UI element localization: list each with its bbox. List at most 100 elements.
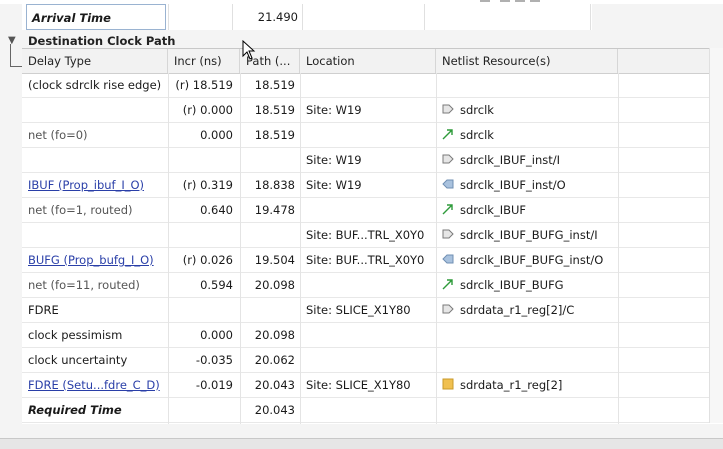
header-netlist[interactable]: Netlist Resource(s) [436,49,618,73]
netlist-resource: sdrdata_r1_reg[2] [460,378,563,392]
net-icon [442,124,454,148]
location-cell [300,323,436,347]
header-incr[interactable]: Incr (ns) [168,49,240,73]
delay-type-text: net (fo=0) [28,128,88,142]
arrival-time-label[interactable]: Arrival Time [26,4,166,30]
path-cell: 19.504 [254,253,295,267]
column-divider [240,73,241,424]
port-icon [442,224,454,248]
incr-cell [168,298,240,322]
column-divider [300,73,301,424]
netlist-cell: sdrclk_IBUF_BUFG [436,273,618,297]
cell-icon [442,374,454,398]
right-panel-edge [709,48,723,423]
delay-type-link[interactable]: BUFG (Prop_bufg_I_O) [28,253,154,267]
netlist-resource: sdrclk [460,128,494,142]
netlist-cell: sdrclk_IBUF_inst/I [436,148,618,172]
path-cell: 20.043 [254,378,295,392]
delay-type-cell[interactable]: BUFG (Prop_bufg_I_O) [22,248,168,272]
delay-type-cell: net (fo=0) [22,123,168,147]
delay-type-cell [22,148,168,172]
delay-type-link[interactable]: FDRE (Setu...fdre_C_D) [28,378,160,392]
port-icon [442,149,454,173]
header-delay-type[interactable]: Delay Type [22,49,168,73]
location-cell [300,123,436,147]
delay-type-text: net (fo=11, routed) [28,278,140,292]
delay-type-cell: clock pessimism [22,323,168,347]
incr-cell: 0.594 [200,278,233,292]
column-divider [424,4,425,30]
incr-cell: 0.000 [200,328,233,342]
arrival-row[interactable]: Arrival Time 21.490 [22,4,592,30]
path-cell: 18.519 [254,78,295,92]
delay-type-cell: net (fo=1, routed) [22,198,168,222]
location-cell [300,198,436,222]
delay-type-cell[interactable]: IBUF (Prop_ibuf_I_O) [22,173,168,197]
netlist-cell: sdrclk [436,123,618,147]
delay-type-cell: net (fo=11, routed) [22,273,168,297]
path-cell: 20.043 [254,403,295,417]
incr-cell [168,223,240,247]
location-cell [300,398,436,422]
delay-type-cell [22,223,168,247]
location-cell [300,348,436,372]
delay-type-cell: Required Time [22,398,168,422]
delay-type-text: clock uncertainty [28,353,128,367]
delay-type-text: Required Time [28,403,122,417]
column-divider [590,4,591,30]
incr-cell: (r) 0.026 [182,253,233,267]
location-cell [300,73,436,97]
delay-type-link[interactable]: IBUF (Prop_ibuf_I_O) [28,178,144,192]
netlist-cell: sdrdata_r1_reg[2]/C [436,298,618,322]
path-cell: 20.098 [254,278,295,292]
strip-mark [530,0,540,2]
location-cell: Site: BUF...TRL_X0Y0 [306,253,425,267]
delay-type-cell [22,98,168,122]
path-cell: 18.519 [254,128,295,142]
netlist-cell: sdrclk_IBUF [436,198,618,222]
header-location[interactable]: Location [300,49,436,73]
path-cell [240,223,300,247]
column-divider [302,4,303,30]
column-divider [618,73,619,424]
location-cell: Site: SLICE_X1Y80 [306,303,411,317]
column-divider [168,73,169,424]
incr-cell: (r) 0.000 [182,103,233,117]
netlist-resource: sdrclk_IBUF_BUFG [460,278,564,292]
location-cell: Site: W19 [306,178,362,192]
netlist-cell: sdrclk_IBUF_BUFG_inst/O [436,248,618,272]
netlist-resource: sdrclk_IBUF_BUFG_inst/I [460,228,598,242]
output-port-icon [442,249,454,273]
net-icon [442,199,454,223]
netlist-cell: sdrclk [436,98,618,122]
location-cell: Site: W19 [306,153,362,167]
path-cell: 20.098 [254,328,295,342]
net-icon [442,274,454,298]
path-cell: 19.478 [254,203,295,217]
port-icon [442,299,454,323]
location-cell: Site: W19 [306,103,362,117]
incr-cell: (r) 0.319 [182,178,233,192]
port-icon [442,99,454,123]
column-divider [436,73,437,424]
netlist-cell [436,348,618,372]
incr-cell [168,148,240,172]
netlist-resource: sdrclk_IBUF [460,203,527,217]
netlist-resource: sdrclk_IBUF_inst/I [460,153,561,167]
strip-mark [515,0,525,2]
output-port-icon [442,174,454,198]
incr-cell: 0.000 [200,128,233,142]
incr-cell: -0.035 [195,353,233,367]
incr-cell: 0.640 [200,203,233,217]
netlist-cell [436,398,618,422]
path-cell [240,148,300,172]
path-cell: 18.838 [254,178,295,192]
incr-cell: -0.019 [195,378,233,392]
netlist-cell: sdrclk_IBUF_inst/O [436,173,618,197]
delay-type-text: FDRE [28,303,59,317]
netlist-cell [436,323,618,347]
bottom-tab-bar [0,438,723,449]
netlist-resource: sdrclk_IBUF_inst/O [460,178,566,192]
arrival-table: Arrival Time 21.490 [22,4,592,30]
delay-type-cell[interactable]: FDRE (Setu...fdre_C_D) [22,373,168,397]
